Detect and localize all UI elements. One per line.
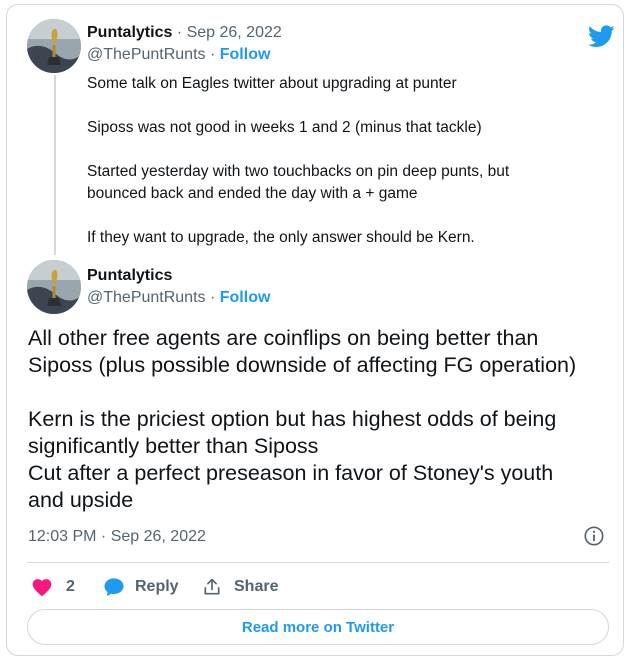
- share-action[interactable]: Share: [202, 575, 278, 599]
- tweet-line: significantly better than Siposs: [28, 434, 319, 458]
- tweet-line: All other free agents are coinflips on b…: [28, 326, 539, 350]
- share-label: Share: [234, 578, 279, 595]
- share-icon: [204, 578, 220, 595]
- follow-button[interactable]: Follow: [220, 289, 271, 306]
- tweet-line: Cut after a perfect preseason in favor o…: [28, 461, 554, 485]
- tweet-line: Started yesterday with two touchbacks on…: [87, 163, 510, 180]
- avatar[interactable]: [27, 19, 81, 73]
- avatar-image: [27, 260, 81, 314]
- follow-separator: ·: [205, 46, 220, 63]
- like-action[interactable]: 2: [31, 575, 75, 599]
- tweet-line: Siposs (plus possible downside of affect…: [28, 353, 577, 377]
- tweet-embed-card: Puntalytics · Sep 26, 2022 @ThePuntRunts…: [6, 4, 624, 656]
- author-name[interactable]: Puntalytics: [87, 267, 172, 284]
- avatar[interactable]: [27, 260, 81, 314]
- twitter-bird-icon[interactable]: [588, 25, 615, 48]
- author-handle[interactable]: @ThePuntRunts: [87, 289, 206, 306]
- heart-icon: [32, 579, 52, 597]
- author-handle[interactable]: @ThePuntRunts: [87, 46, 206, 63]
- tweet-line: If they want to upgrade, the only answer…: [87, 229, 475, 246]
- follow-button[interactable]: Follow: [220, 46, 271, 63]
- tweet-line: Kern is the priciest option but has high…: [28, 407, 557, 431]
- tweet-line: Some talk on Eagles twitter about upgrad…: [87, 75, 457, 92]
- reply-label: Reply: [135, 578, 179, 595]
- tweet-date[interactable]: Sep 26, 2022: [187, 24, 282, 41]
- tweet-timestamp[interactable]: 12:03 PM · Sep 26, 2022: [28, 528, 206, 546]
- tweet-line: bounced back and ended the day with a + …: [87, 185, 418, 202]
- date-separator: ·: [172, 24, 187, 41]
- tweet-text: Some talk on Eagles twitter about upgrad…: [87, 73, 607, 249]
- divider: [27, 562, 609, 563]
- tweet-line: Siposs was not good in weeks 1 and 2 (mi…: [87, 119, 482, 136]
- like-count: 2: [66, 578, 75, 595]
- tweet-line: and upside: [28, 488, 134, 512]
- info-icon[interactable]: [583, 525, 605, 547]
- read-more-button[interactable]: Read more on Twitter: [27, 609, 609, 645]
- reply-action[interactable]: Reply: [103, 575, 179, 599]
- author-name[interactable]: Puntalytics: [87, 24, 172, 41]
- follow-separator: ·: [205, 289, 220, 306]
- thread-connector-line: [54, 75, 56, 255]
- avatar-image: [27, 19, 81, 73]
- reply-bubble-icon: [104, 578, 124, 597]
- tweet-text: All other free agents are coinflips on b…: [28, 325, 618, 514]
